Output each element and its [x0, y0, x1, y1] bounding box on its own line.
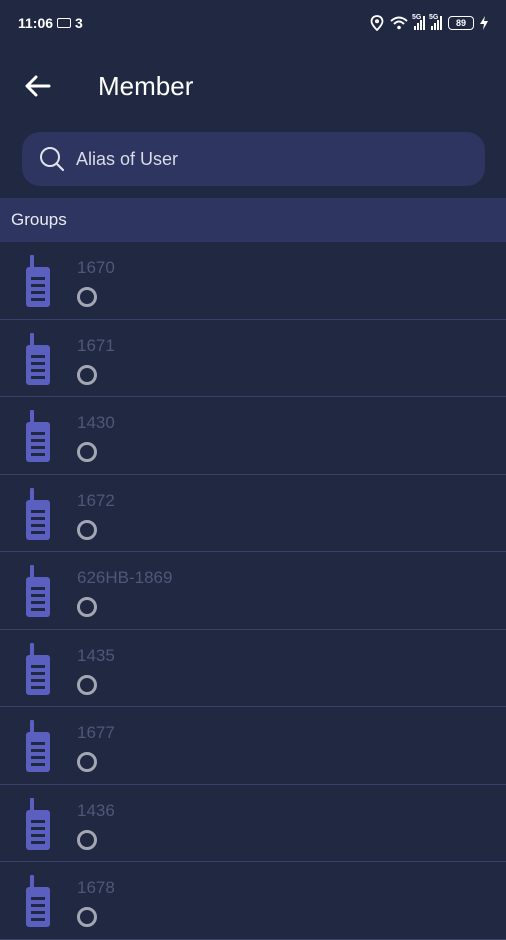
member-list: 1670 1671 1430 1672 626HB-1869 1435 1677… [0, 242, 506, 940]
status-circle-icon [77, 364, 97, 385]
app-header: Member [0, 46, 506, 126]
member-name: 1671 [77, 335, 115, 355]
page-title: Member [98, 70, 194, 101]
walkie-talkie-icon [26, 797, 50, 850]
search-bar[interactable] [22, 132, 485, 186]
list-item[interactable]: 1677 [0, 707, 506, 785]
walkie-talkie-icon [26, 332, 50, 385]
walkie-talkie-icon [26, 255, 50, 307]
walkie-talkie-icon [26, 720, 50, 772]
status-right: 5G 5G 89 [370, 14, 488, 31]
status-left: 11:06 3 [18, 15, 83, 31]
status-circle-icon [77, 287, 97, 307]
list-item[interactable]: 1430 [0, 397, 506, 475]
member-name: 626HB-1869 [77, 568, 173, 587]
search-icon [40, 147, 65, 172]
status-bar: 11:06 3 5G 5G 89 [0, 0, 506, 46]
member-name: 1430 [77, 413, 115, 432]
sim-count: 3 [75, 15, 83, 31]
wifi-icon [390, 16, 408, 30]
arrow-left-icon [25, 75, 51, 97]
status-circle-icon [77, 442, 97, 462]
walkie-talkie-icon [26, 642, 50, 695]
list-item[interactable]: 1678 [0, 862, 506, 940]
list-item[interactable]: 1671 [0, 320, 506, 397]
list-item[interactable]: 1435 [0, 630, 506, 707]
member-name: 1670 [77, 258, 115, 277]
status-circle-icon [77, 752, 97, 772]
status-circle-icon [77, 519, 97, 540]
status-circle-icon [77, 597, 97, 617]
member-name: 1435 [77, 645, 115, 665]
list-item[interactable]: 1670 [0, 242, 506, 320]
walkie-talkie-icon [26, 487, 50, 540]
member-name: 1672 [77, 490, 115, 510]
signal-2-icon: 5G [429, 14, 442, 30]
charging-icon [480, 16, 488, 30]
battery-indicator: 89 [448, 16, 474, 30]
status-circle-icon [77, 829, 97, 850]
walkie-talkie-icon [26, 565, 50, 617]
walkie-talkie-icon [26, 875, 50, 927]
status-circle-icon [77, 674, 97, 695]
groups-section-header: Groups [0, 198, 506, 242]
member-name: 1436 [77, 800, 115, 820]
signal-1-label: 5G [412, 14, 422, 21]
sim-card-icon [57, 18, 72, 28]
status-time: 11:06 [18, 15, 54, 31]
signal-2-label: 5G [429, 14, 439, 21]
status-circle-icon [77, 907, 97, 927]
location-icon [370, 15, 384, 31]
list-item[interactable]: 626HB-1869 [0, 552, 506, 630]
back-button[interactable] [18, 66, 58, 106]
search-input[interactable] [74, 147, 458, 171]
list-item[interactable]: 1436 [0, 785, 506, 862]
walkie-talkie-icon [26, 410, 50, 462]
list-item[interactable]: 1672 [0, 475, 506, 552]
signal-1-icon: 5G [412, 14, 425, 30]
section-title: Groups [11, 210, 67, 229]
member-name: 1678 [77, 878, 115, 897]
member-name: 1677 [77, 723, 115, 742]
